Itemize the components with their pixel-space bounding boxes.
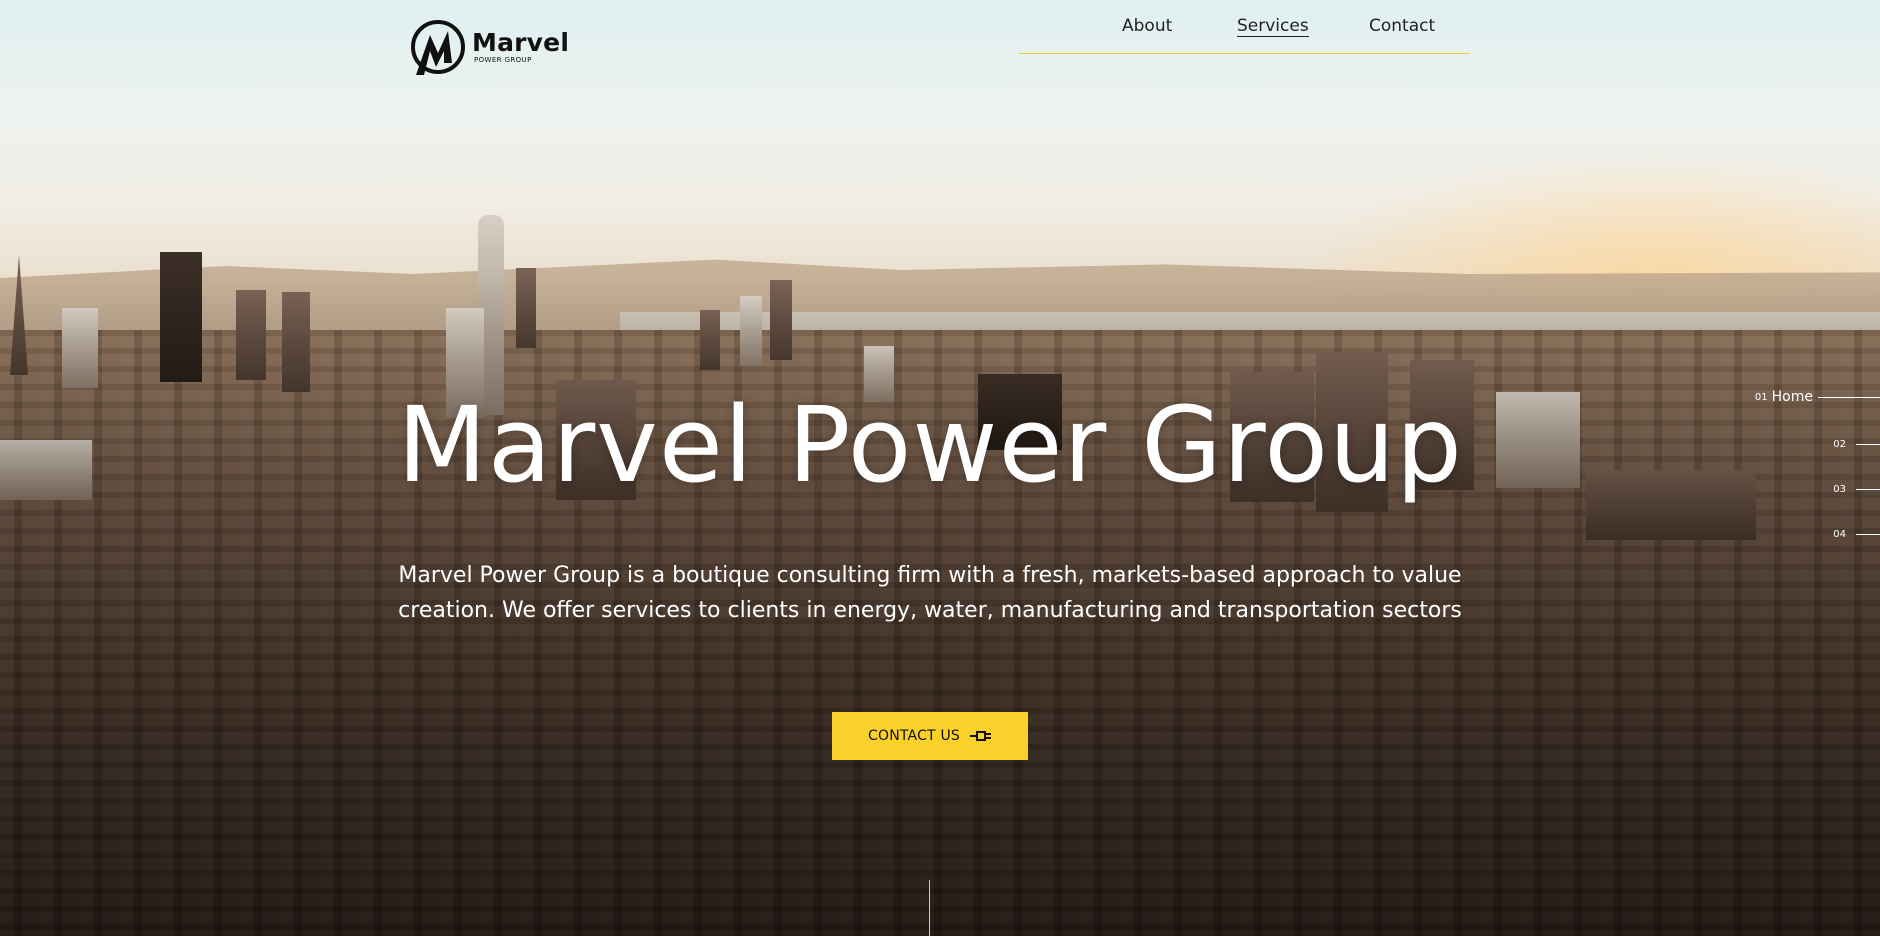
hero-description-line-2: creation. We offer services to clients i… [398, 598, 1462, 623]
nav-contact-link[interactable]: Contact [1369, 16, 1435, 36]
pager-label: Home [1771, 389, 1813, 405]
pager-number: 01 [1754, 391, 1768, 403]
pager-item-03[interactable]: 03 [1833, 480, 1880, 498]
plug-icon [969, 731, 991, 741]
contact-us-button[interactable]: CONTACT US [832, 712, 1028, 760]
pager-line [1856, 443, 1880, 445]
brand-name: Marvel [472, 28, 570, 57]
pager-item-02[interactable]: 02 [1833, 435, 1880, 453]
pager-item-04[interactable]: 04 [1833, 525, 1880, 543]
contact-us-label: CONTACT US [868, 728, 960, 744]
brand-text: Marvel POWER GROUP [472, 28, 570, 65]
brand-logo[interactable]: Marvel POWER GROUP [408, 17, 569, 77]
marvel-m-logo-icon [411, 20, 465, 75]
nav-about-link[interactable]: About [1122, 16, 1172, 36]
scroll-indicator-line [929, 880, 930, 936]
hero-description-line-1: Marvel Power Group is a boutique consult… [398, 563, 1462, 588]
pager-line [1856, 533, 1880, 535]
brand-tagline: POWER GROUP [474, 56, 532, 64]
main-nav: About Services Contact [1019, 0, 1470, 54]
hero-description: Marvel Power Group is a boutique consult… [370, 558, 1490, 628]
pager-line [1856, 488, 1880, 490]
pager-item-home[interactable]: 01 Home [1755, 388, 1880, 406]
pager-line [1818, 396, 1880, 398]
nav-services-link[interactable]: Services [1237, 16, 1309, 37]
hero-title: Marvel Power Group [397, 384, 1463, 506]
pager-number: 04 [1833, 528, 1846, 540]
pager-number: 02 [1833, 438, 1846, 450]
pager-number: 03 [1833, 483, 1846, 495]
